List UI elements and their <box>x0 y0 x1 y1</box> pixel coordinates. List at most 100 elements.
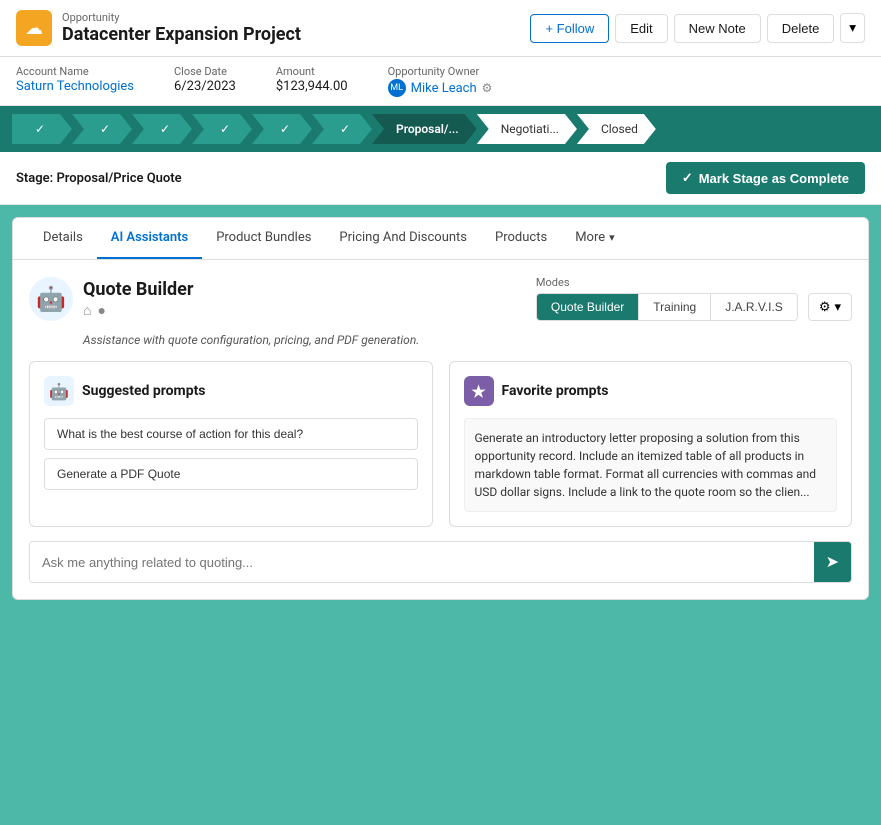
edit-button[interactable]: Edit <box>615 14 667 43</box>
header-left: ☁ Opportunity Datacenter Expansion Proje… <box>16 10 301 46</box>
stage-check-2: ✓ <box>100 122 110 136</box>
settings-dropdown-icon: ▾ <box>834 299 841 315</box>
delete-label: Delete <box>782 21 820 36</box>
stage-check-1: ✓ <box>35 122 45 136</box>
logo-icon: ☁ <box>25 18 43 39</box>
stage-label-9: Closed <box>601 122 638 136</box>
mode-jarvis[interactable]: J.A.R.V.I.S <box>711 294 797 320</box>
meta-bar: Account Name Saturn Technologies Close D… <box>0 57 881 106</box>
edit-label: Edit <box>630 21 652 36</box>
close-date-meta: Close Date 6/23/2023 <box>174 65 236 94</box>
suggested-title-text: Suggested prompts <box>82 383 206 399</box>
account-value: Saturn Technologies <box>16 79 134 94</box>
header-actions: + Follow Edit New Note Delete ▾ <box>530 13 865 43</box>
follow-label: + Follow <box>545 21 594 36</box>
stage-pill-4[interactable]: ✓ <box>192 114 252 144</box>
avatar: ML <box>388 79 406 97</box>
new-note-label: New Note <box>689 21 746 36</box>
amount-value: $123,944.00 <box>276 79 348 94</box>
stage-3[interactable]: ✓ <box>132 114 192 144</box>
new-note-button[interactable]: New Note <box>674 14 761 43</box>
stage-9[interactable]: Closed <box>577 114 656 144</box>
stage-1[interactable]: ✓ <box>12 114 72 144</box>
stage-8[interactable]: Negotiati... <box>477 114 577 144</box>
stage-pill-2[interactable]: ✓ <box>72 114 132 144</box>
suggested-prompts-title: 🤖 Suggested prompts <box>44 376 418 406</box>
ai-header: 🤖 Quote Builder ⌂ ● Modes Quote Builder <box>29 276 852 321</box>
ai-modes-block: Modes Quote Builder Training J.A.R.V.I.S <box>536 276 852 321</box>
mode-buttons: Quote Builder Training J.A.R.V.I.S <box>536 293 798 321</box>
tab-products[interactable]: Products <box>481 218 561 259</box>
stage-2[interactable]: ✓ <box>72 114 132 144</box>
app-logo: ☁ <box>16 10 52 46</box>
chevron-down-icon: ▾ <box>849 20 856 35</box>
follow-button[interactable]: + Follow <box>530 14 609 43</box>
prompts-grid: 🤖 Suggested prompts What is the best cou… <box>29 361 852 527</box>
stage-pill-8[interactable]: Negotiati... <box>477 114 577 144</box>
stage-action-bar: Stage: Proposal/Price Quote ✓ Mark Stage… <box>0 152 881 205</box>
ask-input[interactable] <box>30 542 814 582</box>
mode-quote-builder[interactable]: Quote Builder <box>537 294 639 320</box>
ai-name-icons: ⌂ ● <box>83 302 193 319</box>
stage-7[interactable]: Proposal/... <box>372 114 477 144</box>
favorite-prompts-icon: ★ <box>464 376 494 406</box>
tab-pricing-discounts[interactable]: Pricing And Discounts <box>325 218 481 259</box>
prompt-pdf-quote[interactable]: Generate a PDF Quote <box>44 458 418 490</box>
header-dropdown-button[interactable]: ▾ <box>840 13 865 43</box>
home-icon: ⌂ <box>83 302 91 319</box>
delete-button[interactable]: Delete <box>767 14 835 43</box>
header-title-block: Opportunity Datacenter Expansion Project <box>62 11 301 45</box>
stage-pill-7[interactable]: Proposal/... <box>372 114 477 144</box>
stage-check-6: ✓ <box>340 122 350 136</box>
owner-value: ML Mike Leach ⚙ <box>388 79 493 97</box>
chat-icon: ● <box>97 302 105 319</box>
bottom-area <box>0 612 881 812</box>
mode-training[interactable]: Training <box>639 294 711 320</box>
owner-label: Opportunity Owner <box>388 65 493 78</box>
account-label: Account Name <box>16 65 134 78</box>
tab-details[interactable]: Details <box>29 218 97 259</box>
complete-checkmark-icon: ✓ <box>682 170 693 186</box>
favorite-prompts-title: ★ Favorite prompts <box>464 376 838 406</box>
stage-4[interactable]: ✓ <box>192 114 252 144</box>
tab-product-bundles[interactable]: Product Bundles <box>202 218 325 259</box>
main-card: Details AI Assistants Product Bundles Pr… <box>12 217 869 600</box>
owner-settings-icon: ⚙ <box>482 81 493 95</box>
object-type: Opportunity <box>62 11 301 24</box>
close-date-value: 6/23/2023 <box>174 79 236 94</box>
mark-stage-complete-button[interactable]: ✓ Mark Stage as Complete <box>666 162 865 194</box>
account-meta: Account Name Saturn Technologies <box>16 65 134 94</box>
tab-ai-assistants[interactable]: AI Assistants <box>97 218 202 259</box>
stage-6[interactable]: ✓ <box>312 114 372 144</box>
amount-meta: Amount $123,944.00 <box>276 65 348 94</box>
complete-btn-label: Mark Stage as Complete <box>699 171 849 186</box>
send-icon: ➤ <box>826 552 839 572</box>
stage-check-5: ✓ <box>280 122 290 136</box>
ai-name-block: Quote Builder ⌂ ● <box>83 279 193 319</box>
ai-settings-button[interactable]: ⚙ ▾ <box>808 293 852 321</box>
account-link[interactable]: Saturn Technologies <box>16 79 134 94</box>
favorite-prompt-text[interactable]: Generate an introductory letter proposin… <box>464 418 838 512</box>
stage-label: Stage: Proposal/Price Quote <box>16 171 182 186</box>
stage-pill-9[interactable]: Closed <box>577 114 656 144</box>
stage-pill-3[interactable]: ✓ <box>132 114 192 144</box>
stage-label-8: Negotiati... <box>501 122 559 136</box>
ask-send-button[interactable]: ➤ <box>814 542 851 582</box>
amount-label: Amount <box>276 65 348 78</box>
stage-pill-6[interactable]: ✓ <box>312 114 372 144</box>
favorite-title-text: Favorite prompts <box>502 383 609 399</box>
ai-header-left: 🤖 Quote Builder ⌂ ● <box>29 277 193 321</box>
close-date-label: Close Date <box>174 65 236 78</box>
stage-5[interactable]: ✓ <box>252 114 312 144</box>
owner-link[interactable]: Mike Leach <box>411 81 477 96</box>
prompt-best-course[interactable]: What is the best course of action for th… <box>44 418 418 450</box>
chevron-down-icon: ▾ <box>609 231 615 244</box>
tabs-bar: Details AI Assistants Product Bundles Pr… <box>13 218 868 260</box>
modes-container: Modes Quote Builder Training J.A.R.V.I.S <box>536 276 798 321</box>
page-title: Datacenter Expansion Project <box>62 24 301 45</box>
stage-pill-1[interactable]: ✓ <box>12 114 72 144</box>
stage-label-7: Proposal/... <box>396 122 459 136</box>
app-header: ☁ Opportunity Datacenter Expansion Proje… <box>0 0 881 57</box>
tab-more[interactable]: More ▾ <box>561 218 628 259</box>
stage-pill-5[interactable]: ✓ <box>252 114 312 144</box>
